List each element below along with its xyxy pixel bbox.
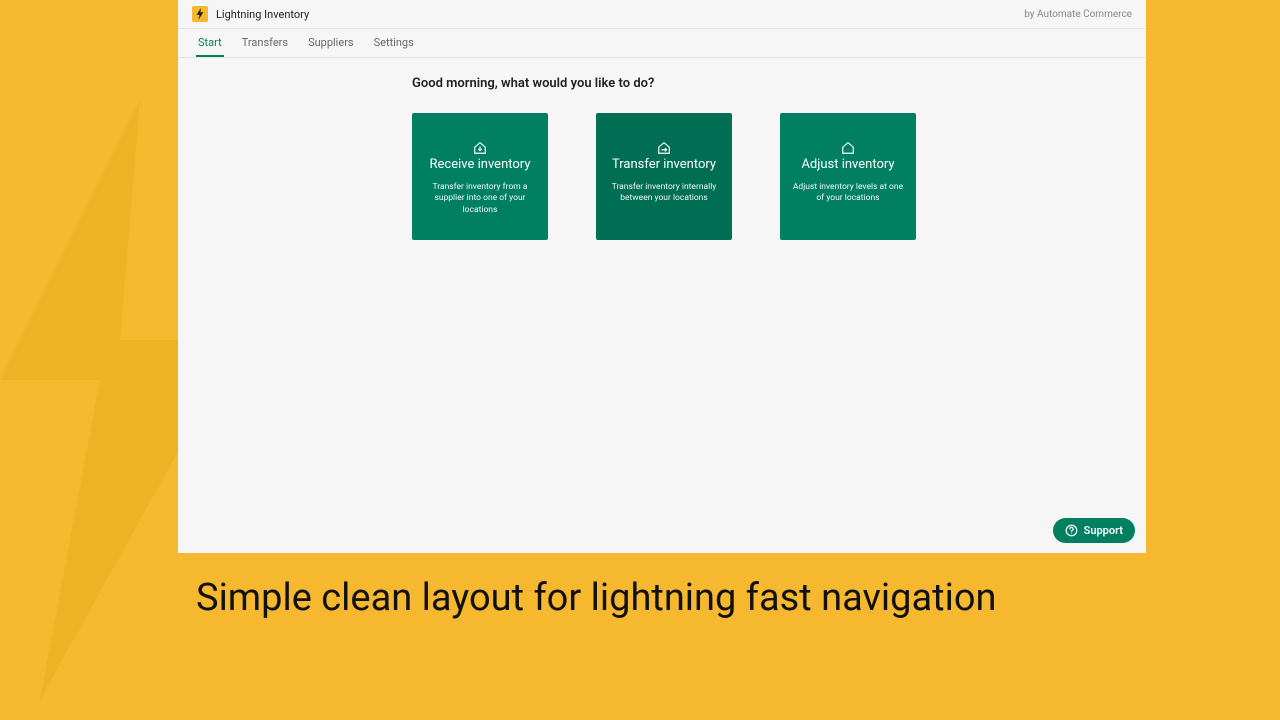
tab-start[interactable]: Start (196, 29, 224, 57)
card-adjust-inventory[interactable]: Adjust inventory Adjust inventory levels… (780, 113, 916, 240)
app-window: Lightning Inventory by Automate Commerce… (178, 0, 1146, 553)
help-icon (1065, 524, 1078, 537)
tab-transfers[interactable]: Transfers (240, 29, 290, 57)
card-receive-inventory[interactable]: Receive inventory Transfer inventory fro… (412, 113, 548, 240)
card-transfer-inventory[interactable]: Transfer inventory Transfer inventory in… (596, 113, 732, 240)
card-title: Receive inventory (430, 157, 531, 172)
title-left: Lightning Inventory (192, 6, 309, 22)
titlebar: Lightning Inventory by Automate Commerce (178, 0, 1146, 29)
card-desc: Transfer inventory internally between yo… (606, 182, 722, 205)
marketing-caption: Simple clean layout for lightning fast n… (196, 576, 997, 620)
support-button[interactable]: Support (1053, 518, 1135, 543)
house-in-icon (473, 141, 487, 155)
house-icon (841, 141, 855, 155)
support-label: Support (1084, 524, 1123, 537)
card-title: Transfer inventory (612, 157, 716, 172)
lightning-icon (192, 6, 208, 22)
card-desc: Adjust inventory levels at one of your l… (790, 182, 906, 205)
card-desc: Transfer inventory from a supplier into … (422, 182, 538, 216)
app-title: Lightning Inventory (216, 8, 309, 21)
tab-suppliers[interactable]: Suppliers (306, 29, 356, 57)
tab-bar: Start Transfers Suppliers Settings (178, 29, 1146, 58)
action-cards: Receive inventory Transfer inventory fro… (412, 113, 1146, 240)
card-title: Adjust inventory (801, 157, 894, 172)
greeting-text: Good morning, what would you like to do? (412, 76, 1146, 91)
tab-settings[interactable]: Settings (372, 29, 416, 57)
main-content: Good morning, what would you like to do?… (178, 58, 1146, 240)
house-arrow-icon (657, 141, 671, 155)
byline: by Automate Commerce (1024, 9, 1132, 20)
